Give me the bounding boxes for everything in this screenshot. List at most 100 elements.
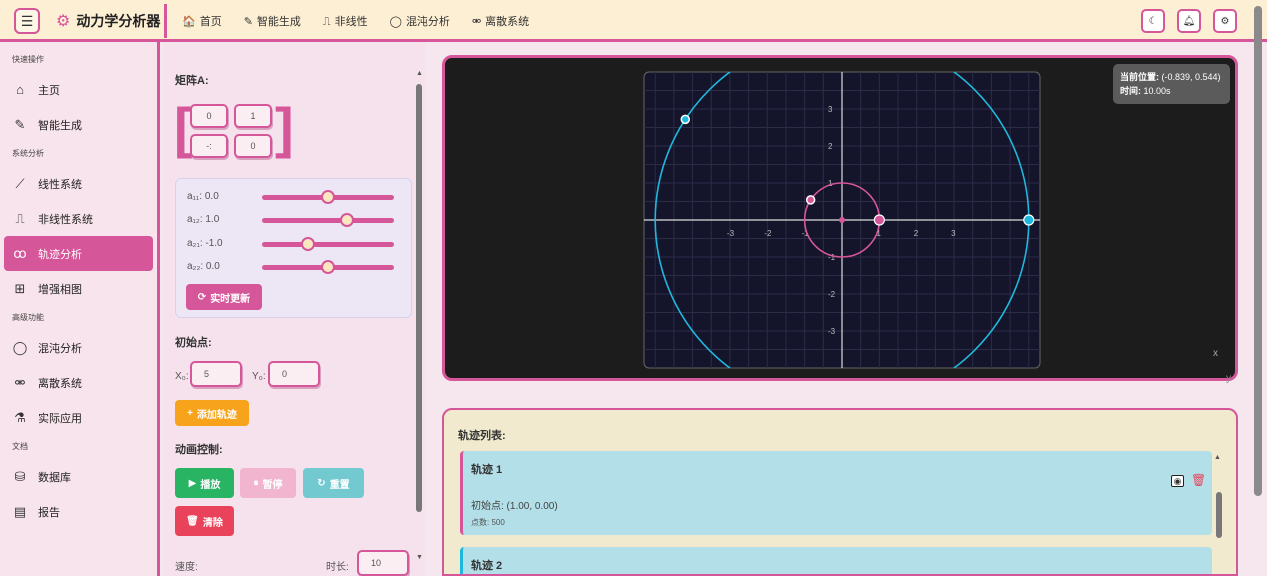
speed-label: 速度: xyxy=(175,562,198,573)
trajectory-initial: 初始点: (1.00, 0.00) xyxy=(471,501,558,512)
top-bar: ☰ ⚙ 动力学分析器 🏠 首页 ✎ 智能生成 ⎍ 非线性 ◯ 混沌分析 ⚮ 离散系统 ☾ … xyxy=(0,0,1267,42)
hamburger-icon: ☰ xyxy=(20,12,34,29)
matrix-a11-input[interactable]: 0 xyxy=(190,104,228,128)
brand: ⚙ 动力学分析器 xyxy=(56,11,160,31)
sidebar-item-trajectory[interactable]: ꝏ 轨迹分析 xyxy=(4,236,153,271)
pencil-icon: ✎ xyxy=(243,16,253,28)
sidebar-item-nonlinear[interactable]: ⎍ 非线性系统 xyxy=(4,201,153,236)
x-tick-label: 2 xyxy=(914,229,919,238)
slider-a11[interactable] xyxy=(262,190,394,204)
pause-icon: ⏸︎ xyxy=(253,477,259,489)
slider-a22[interactable] xyxy=(262,260,394,274)
y0-input[interactable]: 0 xyxy=(268,361,320,387)
matrix-a12-input[interactable]: 1 xyxy=(234,104,272,128)
home-icon: 🏠 xyxy=(182,16,196,28)
trajectory-name: 轨迹 2 xyxy=(471,560,503,572)
page-scrollbar-thumb[interactable] xyxy=(1254,6,1262,496)
sidebar-section-quick: 快速操作 xyxy=(12,55,44,64)
sidebar-section-advanced: 高级功能 xyxy=(12,313,44,322)
control-panel-scroll-thumb[interactable] xyxy=(416,84,422,512)
circle-icon: ◯ xyxy=(12,339,28,355)
trajectory-1-current-marker xyxy=(805,195,816,205)
nav-discrete[interactable]: ⚮ 离散系统 xyxy=(472,13,529,29)
nav-nonlinear[interactable]: ⎍ 非线性 xyxy=(323,13,368,29)
nav-home[interactable]: 🏠 首页 xyxy=(182,13,222,29)
home-icon: ⌂ xyxy=(16,82,24,97)
matrix-a21-input[interactable]: -: xyxy=(190,134,228,158)
trajectory-2-current-marker xyxy=(680,114,691,125)
matrix-label: 矩阵A: xyxy=(175,75,209,87)
eye-icon[interactable]: ◉ xyxy=(1171,475,1184,487)
play-button[interactable]: ▶ 播放 xyxy=(175,468,234,498)
reset-icon: ↻ xyxy=(317,477,326,489)
x-tick-label: -2 xyxy=(764,229,772,238)
sidebar-item-smart-gen[interactable]: ✎ 智能生成 xyxy=(4,107,153,142)
duration-input[interactable]: 10 xyxy=(357,550,409,576)
sidebar: 快速操作 ⌂ 主页 ✎ 智能生成 系统分析 ⟋ 线性系统 ⎍ 非线性系统 ꝏ 轨迹分析 ⊞… xyxy=(0,42,160,576)
scroll-down-icon[interactable]: ▼ xyxy=(416,554,423,561)
tooltip-position-value: (-0.839, 0.544) xyxy=(1161,72,1221,82)
x0-input[interactable]: 5 xyxy=(190,361,242,387)
matrix-sliders: a₁₁: 0.0 a₁₂: 1.0 a₂₁: -1.0 a₂₂: 0.0 ⟳ 实时… xyxy=(175,178,412,318)
position-tooltip: 当前位置: (-0.839, 0.544) 时间: 10.00s xyxy=(1113,64,1230,104)
gear-logo-icon: ⚙ xyxy=(56,13,71,30)
phase-plot[interactable]: -3 -2 -1 1 2 3321-1-2-3 xyxy=(445,58,1238,381)
slider-a12-knob[interactable] xyxy=(340,213,354,227)
matrix-a22-input[interactable]: 0 xyxy=(234,134,272,158)
x-tick-label: 3 xyxy=(951,229,956,238)
sidebar-section-analysis: 系统分析 xyxy=(12,149,44,158)
nodes-icon: ⚮ xyxy=(14,374,26,390)
settings-button[interactable]: ⚙ xyxy=(1213,9,1237,33)
reset-button[interactable]: ↻ 重置 xyxy=(303,468,364,498)
x-axis-letter: x xyxy=(1213,348,1218,359)
list-scroll-up-icon[interactable]: ▲ xyxy=(1214,454,1221,461)
sidebar-item-discrete[interactable]: ⚮ 离散系统 xyxy=(4,365,153,400)
slider-a11-knob[interactable] xyxy=(321,190,335,204)
sidebar-item-applications[interactable]: ⚗ 实际应用 xyxy=(4,400,153,435)
matrix-bracket-right: ] xyxy=(275,96,294,159)
sidebar-item-database[interactable]: ⛁ 数据库 xyxy=(4,459,153,494)
database-icon: ⛁ xyxy=(14,468,26,484)
add-trajectory-button[interactable]: + 添加轨迹 xyxy=(175,400,249,426)
menu-toggle-button[interactable]: ☰ xyxy=(14,8,40,34)
y-tick-label: -2 xyxy=(828,290,836,299)
top-nav: 🏠 首页 ✎ 智能生成 ⎍ 非线性 ◯ 混沌分析 ⚮ 离散系统 xyxy=(182,13,529,29)
slider-a22-knob[interactable] xyxy=(321,260,335,274)
trash-icon[interactable]: 🗑︎ xyxy=(1191,473,1206,487)
clear-button[interactable]: 🗑︎ 清除 xyxy=(175,506,234,536)
slider-a11-label: a₁₁: 0.0 xyxy=(187,191,219,202)
sidebar-item-home[interactable]: ⌂ 主页 xyxy=(4,72,153,107)
gear-icon: ⚙ xyxy=(1220,15,1230,27)
sidebar-item-report[interactable]: ▤ 报告 xyxy=(4,494,153,529)
nav-chaos[interactable]: ◯ 混沌分析 xyxy=(390,13,450,29)
trajectory-name: 轨迹 1 xyxy=(471,464,503,476)
wave-icon: ⎍ xyxy=(15,210,25,226)
y-tick-label: 3 xyxy=(828,105,833,114)
y-tick-label: 2 xyxy=(828,142,833,151)
theme-toggle-button[interactable]: ☾ xyxy=(1141,9,1165,33)
y0-label: Y₀: xyxy=(252,371,266,382)
list-scroll-thumb[interactable] xyxy=(1216,492,1222,538)
sidebar-item-chaos[interactable]: ◯ 混沌分析 xyxy=(4,330,153,365)
y-axis-letter: y xyxy=(1226,373,1231,384)
bell-icon: 🔔︎ xyxy=(1182,15,1196,27)
slider-a21[interactable] xyxy=(262,237,394,251)
notification-button[interactable]: 🔔︎ xyxy=(1177,9,1201,33)
realtime-update-button[interactable]: ⟳ 实时更新 xyxy=(186,284,262,310)
trajectory-1-start-marker xyxy=(873,214,885,226)
trajectory-item[interactable]: 轨迹 2 xyxy=(460,547,1212,574)
slider-a22-label: a₂₂: 0.0 xyxy=(187,261,220,272)
moon-icon: ☾ xyxy=(1148,15,1158,27)
pause-button[interactable]: ⏸︎ 暂停 xyxy=(240,468,296,498)
circle-icon: ◯ xyxy=(389,16,402,28)
scroll-up-icon[interactable]: ▲ xyxy=(416,70,423,77)
trajectory-item[interactable]: 轨迹 1 初始点: (1.00, 0.00) 点数: 500 ◉ 🗑︎ xyxy=(460,451,1212,535)
initial-point-label: 初始点: xyxy=(175,337,212,349)
sidebar-item-linear[interactable]: ⟋ 线性系统 xyxy=(4,166,153,201)
sidebar-item-phase[interactable]: ⊞ 增强相图 xyxy=(4,271,153,306)
slider-a21-knob[interactable] xyxy=(301,237,315,251)
trash-icon: 🗑︎ xyxy=(186,515,199,527)
sidebar-section-docs: 文档 xyxy=(12,442,28,451)
slider-a12[interactable] xyxy=(262,213,394,227)
nav-smart-gen[interactable]: ✎ 智能生成 xyxy=(244,13,301,29)
